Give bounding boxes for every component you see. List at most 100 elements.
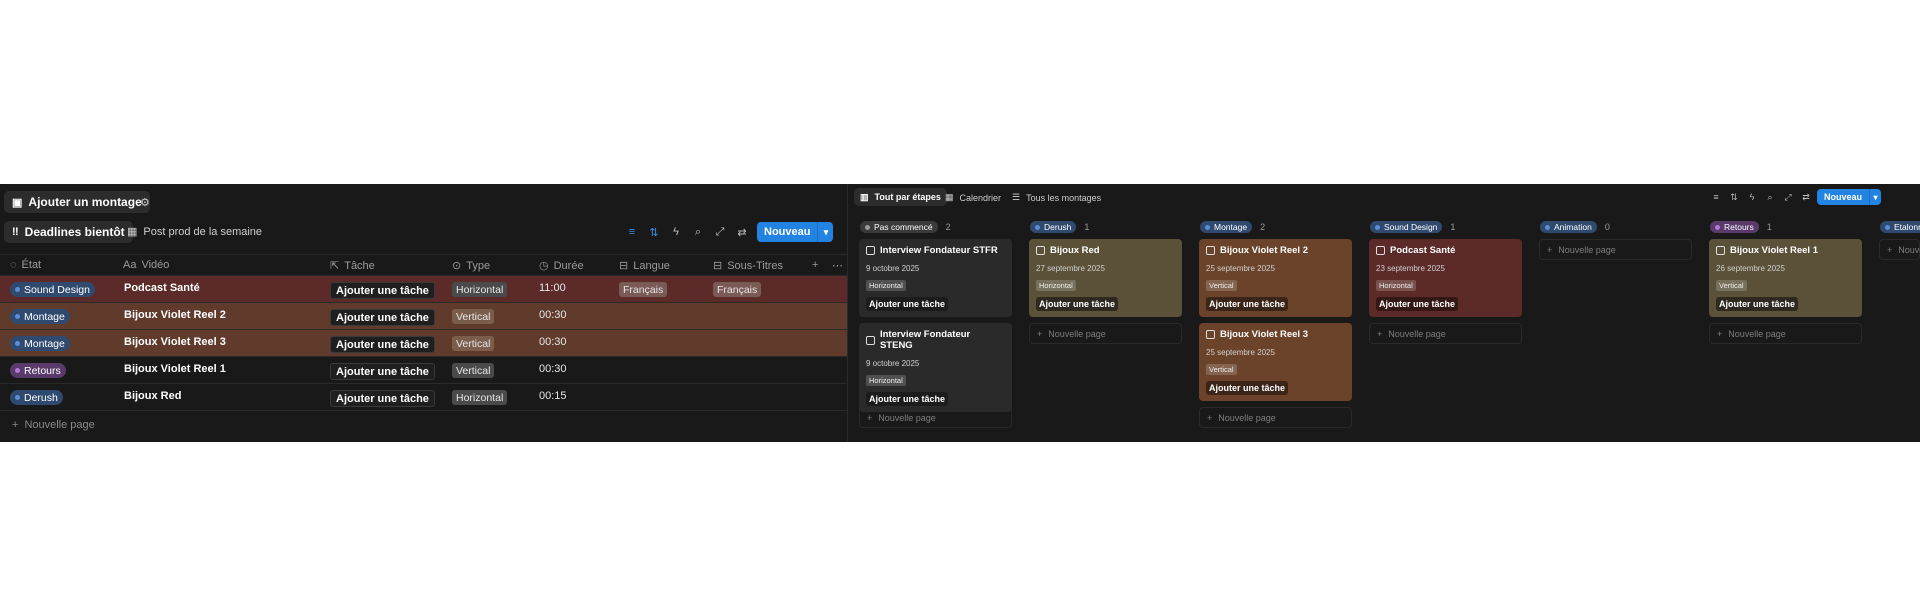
settings-icon[interactable]: ⚙ bbox=[140, 196, 150, 209]
new-page-button[interactable]: +Nouvelle page bbox=[1369, 323, 1522, 344]
table-row[interactable]: Montage Bijoux Violet Reel 3 Ajouter une… bbox=[0, 330, 847, 357]
board-card[interactable]: Bijoux Violet Reel 1 26 septembre 2025 V… bbox=[1709, 239, 1862, 317]
multiselect-icon: ⊟ bbox=[619, 260, 629, 272]
type-tag: Vertical bbox=[452, 336, 495, 351]
expand-icon[interactable]: ⤢ bbox=[713, 225, 727, 239]
add-column-icon[interactable]: + bbox=[812, 259, 818, 271]
new-page-button[interactable]: +Nouvelle page bbox=[1029, 323, 1182, 344]
add-task-button[interactable]: Ajouter une tâche bbox=[1036, 297, 1119, 311]
column-video[interactable]: Aa Vidéo bbox=[123, 259, 169, 271]
list-icon: ☰ bbox=[1012, 192, 1021, 202]
sort-icon[interactable]: ⇅ bbox=[647, 225, 661, 239]
add-task-button[interactable]: Ajouter une tâche bbox=[1376, 297, 1459, 311]
column-duration[interactable]: ◷ Durée bbox=[539, 259, 584, 273]
add-task-button[interactable]: Ajouter une tâche bbox=[330, 309, 435, 326]
tab-all-montages[interactable]: ☰ Tous les montages bbox=[1012, 192, 1101, 203]
status-badge: Retours bbox=[10, 363, 66, 378]
lightning-icon[interactable]: ϟ bbox=[669, 225, 683, 239]
add-task-button[interactable]: Ajouter une tâche bbox=[330, 363, 435, 380]
board-card[interactable]: Interview Fondateur STENG 9 octobre 2025… bbox=[859, 323, 1012, 412]
add-task-button[interactable]: Ajouter une tâche bbox=[330, 336, 435, 353]
subtitles-tag: Français bbox=[713, 282, 762, 297]
add-montage-button[interactable]: ▣ Ajouter un montage bbox=[4, 191, 150, 213]
column-type[interactable]: ⊙ Type bbox=[452, 259, 490, 273]
column-language[interactable]: ⊟ Langue bbox=[619, 259, 670, 273]
video-title[interactable]: Podcast Santé bbox=[124, 282, 200, 294]
page-icon bbox=[1206, 246, 1215, 255]
filter-icon[interactable]: ≡ bbox=[1709, 190, 1723, 204]
table-row[interactable]: Derush Bijoux Red Ajouter une tâche Hori… bbox=[0, 384, 847, 411]
table-row[interactable]: Retours Bijoux Violet Reel 1 Ajouter une… bbox=[0, 357, 847, 384]
plus-icon: + bbox=[1717, 328, 1723, 339]
add-task-button[interactable]: Ajouter une tâche bbox=[1206, 297, 1289, 311]
new-button[interactable]: Nouveau ▾ bbox=[757, 222, 834, 242]
type-tag: Horizontal bbox=[452, 282, 508, 297]
new-page-button[interactable]: +Nouvelle page bbox=[1709, 323, 1862, 344]
exclamation-icon: ‼ bbox=[12, 226, 19, 238]
tab-deadlines[interactable]: ‼ Deadlines bientôt bbox=[4, 221, 133, 243]
clock-icon: ◷ bbox=[539, 260, 549, 272]
board-card[interactable]: Bijoux Violet Reel 2 25 septembre 2025 V… bbox=[1199, 239, 1352, 317]
chevron-down-icon[interactable]: ▾ bbox=[1869, 189, 1881, 205]
settings-sliders-icon[interactable]: ⇄ bbox=[1799, 190, 1813, 204]
type-tag: Horizontal bbox=[452, 390, 508, 405]
add-task-button[interactable]: Ajouter une tâche bbox=[330, 282, 435, 299]
video-title[interactable]: Bijoux Violet Reel 1 bbox=[124, 363, 226, 375]
board-card[interactable]: Podcast Santé 23 septembre 2025 Horizont… bbox=[1369, 239, 1522, 317]
filter-icon[interactable]: ≡ bbox=[625, 225, 639, 239]
new-page-button[interactable]: +Nouvelle page bbox=[859, 407, 1012, 428]
settings-sliders-icon[interactable]: ⇄ bbox=[735, 225, 749, 239]
tab-calendar[interactable]: ▦ Calendrier bbox=[945, 192, 1001, 203]
duration-value: 00:30 bbox=[539, 363, 567, 375]
search-icon[interactable]: ⌕ bbox=[691, 225, 705, 239]
add-task-button[interactable]: Ajouter une tâche bbox=[330, 390, 435, 407]
status-badge: Derush bbox=[1030, 221, 1077, 233]
column-subtitles[interactable]: ⊟ Sous-Titres bbox=[713, 259, 783, 273]
status-badge: Montage bbox=[10, 336, 70, 351]
add-task-button[interactable]: Ajouter une tâche bbox=[1716, 297, 1799, 311]
board-column-header: Animation 0 bbox=[1540, 221, 1610, 233]
add-task-button[interactable]: Ajouter une tâche bbox=[866, 297, 949, 311]
type-tag: Horizontal bbox=[1036, 280, 1076, 291]
app-window: ▣ Ajouter un montage ⚙ ‼ Deadlines bient… bbox=[0, 184, 1920, 442]
sort-icon[interactable]: ⇅ bbox=[1727, 190, 1741, 204]
table-header: ◌ État Aa Vidéo ⇱ Tâche ⊙ Type ◷ Durée ⊟ Langu… bbox=[0, 254, 847, 276]
plus-icon: + bbox=[12, 419, 19, 431]
board-card[interactable]: Bijoux Red 27 septembre 2025 Horizontal … bbox=[1029, 239, 1182, 317]
new-page-button[interactable]: +Nouvelle page bbox=[1539, 239, 1692, 260]
duration-value: 00:30 bbox=[539, 309, 567, 321]
tab-all-stages[interactable]: ▥ Tout par étapes bbox=[854, 188, 947, 206]
type-tag: Vertical bbox=[1206, 280, 1237, 291]
duration-value: 00:15 bbox=[539, 390, 567, 402]
add-task-button[interactable]: Ajouter une tâche bbox=[866, 392, 949, 406]
type-tag: Horizontal bbox=[866, 375, 906, 386]
table-row[interactable]: Montage Bijoux Violet Reel 2 Ajouter une… bbox=[0, 303, 847, 330]
plus-icon: + bbox=[1037, 328, 1043, 339]
status-badge: Retours bbox=[1710, 221, 1759, 233]
page-icon bbox=[1206, 330, 1215, 339]
board-card[interactable]: Interview Fondateur STFR 9 octobre 2025 … bbox=[859, 239, 1012, 317]
column-task[interactable]: ⇱ Tâche bbox=[330, 259, 375, 273]
board-column-header: Derush 1 bbox=[1030, 221, 1089, 233]
new-button[interactable]: Nouveau ▾ bbox=[1817, 189, 1882, 205]
video-title[interactable]: Bijoux Violet Reel 3 bbox=[124, 336, 226, 348]
status-icon: ◌ bbox=[10, 259, 17, 271]
lightning-icon[interactable]: ϟ bbox=[1745, 190, 1759, 204]
tab-post-prod[interactable]: ▦ Post prod de la semaine bbox=[127, 225, 262, 239]
new-page-button[interactable]: + Nouvelle page bbox=[12, 419, 95, 431]
select-icon: ⊙ bbox=[452, 260, 462, 272]
search-icon[interactable]: ⌕ bbox=[1763, 190, 1777, 204]
expand-icon[interactable]: ⤢ bbox=[1781, 190, 1795, 204]
add-task-button[interactable]: Ajouter une tâche bbox=[1206, 381, 1289, 395]
more-icon[interactable]: ⋯ bbox=[832, 259, 843, 272]
plus-icon: + bbox=[1207, 412, 1213, 423]
chevron-down-icon[interactable]: ▾ bbox=[817, 222, 833, 242]
new-page-button[interactable]: +Nouvelle page bbox=[1199, 407, 1352, 428]
board-card[interactable]: Bijoux Violet Reel 3 25 septembre 2025 V… bbox=[1199, 323, 1352, 401]
video-title[interactable]: Bijoux Violet Reel 2 bbox=[124, 309, 226, 321]
column-state[interactable]: ◌ État bbox=[10, 259, 41, 271]
table-row[interactable]: Sound Design Podcast Santé Ajouter une t… bbox=[0, 276, 847, 303]
video-title[interactable]: Bijoux Red bbox=[124, 390, 181, 402]
page-icon bbox=[866, 246, 875, 255]
new-page-button[interactable]: +Nouvelle page bbox=[1879, 239, 1920, 260]
